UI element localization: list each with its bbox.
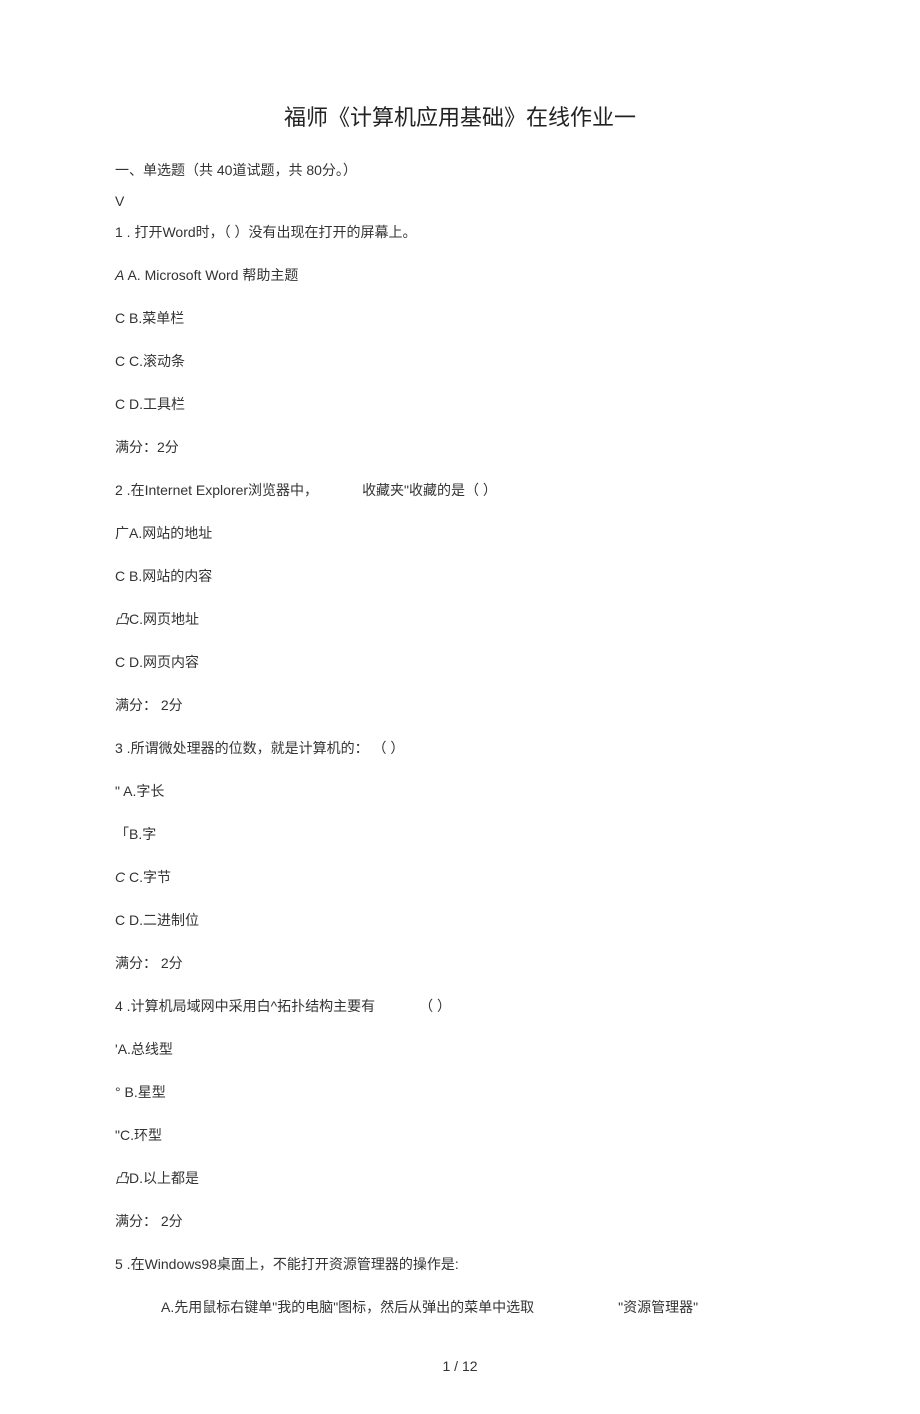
q4-b-text: B.星型 xyxy=(125,1084,166,1100)
q1-d-text: D.工具栏 xyxy=(129,396,185,412)
q2-score: 满分： 2分 xyxy=(115,695,805,716)
q1-c-prefix: C xyxy=(115,353,125,369)
q4-option-c: "C.环型 xyxy=(115,1125,805,1146)
q2-a-prefix: 广 xyxy=(115,525,129,541)
page-number: 1 / 12 xyxy=(115,1358,805,1374)
q2-b-text: B.网站的内容 xyxy=(129,568,212,584)
q1-c-text: C.滚动条 xyxy=(129,353,185,369)
q5-option-a: A.先用鼠标右键单"我的电脑"图标，然后从弹出的菜单中选取 "资源管理器" xyxy=(115,1297,805,1318)
q1-b-prefix: C xyxy=(115,310,125,326)
q4-option-a: 'A.总线型 xyxy=(115,1039,805,1060)
q3-stem: 3 .所谓微处理器的位数，就是计算机的： （ ） xyxy=(115,738,805,759)
q3-c-prefix: C xyxy=(115,869,125,885)
q5-a-text-a: A.先用鼠标右键单"我的电脑"图标，然后从弹出的菜单中选取 xyxy=(161,1299,534,1315)
q1-stem: 1 . 打开Word时，（ ）没有出现在打开的屏幕上。 xyxy=(115,222,805,243)
q2-stem-b: 收藏夹"收藏的是（ ） xyxy=(362,482,497,498)
q4-stem-b: （ ） xyxy=(419,998,451,1014)
q1-option-b: C B.菜单栏 xyxy=(115,308,805,329)
q3-a-prefix: " xyxy=(115,783,120,799)
q4-a-text: A.总线型 xyxy=(118,1041,173,1057)
q3-d-text: D.二进制位 xyxy=(129,912,199,928)
q2-option-b: C B.网站的内容 xyxy=(115,566,805,587)
q1-d-prefix: C xyxy=(115,396,125,412)
q1-a-prefix: A xyxy=(115,267,124,283)
q4-c-text: C.环型 xyxy=(120,1127,162,1143)
q2-option-d: C D.网页内容 xyxy=(115,652,805,673)
q4-b-prefix: ° xyxy=(115,1084,121,1100)
q4-stem-a: 4 .计算机局域网中采用白^拓扑结构主要有 xyxy=(115,998,375,1014)
q2-option-c: 凸C.网页地址 xyxy=(115,609,805,630)
q2-b-prefix: C xyxy=(115,568,125,584)
q2-d-prefix: C xyxy=(115,654,125,670)
q1-score: 满分：2分 xyxy=(115,437,805,458)
q3-score: 满分： 2分 xyxy=(115,953,805,974)
q3-c-text: C.字节 xyxy=(129,869,171,885)
q1-option-a: A A. Microsoft Word 帮助主题 xyxy=(115,265,805,286)
q1-b-text: B.菜单栏 xyxy=(129,310,184,326)
section-header: 一、单选题（共 40道试题，共 80分。） xyxy=(115,160,805,181)
q3-b-text: B.字 xyxy=(129,826,156,842)
q4-d-text: D.以上都是 xyxy=(129,1170,199,1186)
q2-c-prefix: 凸 xyxy=(115,611,129,627)
v-marker: V xyxy=(115,191,805,212)
q4-option-b: ° B.星型 xyxy=(115,1082,805,1103)
q5-stem: 5 .在Windows98桌面上，不能打开资源管理器的操作是: xyxy=(115,1254,805,1275)
q2-stem-a: 2 .在Internet Explorer浏览器中， xyxy=(115,482,318,498)
q1-a-text: A. Microsoft Word 帮助主题 xyxy=(127,267,298,283)
q3-a-text: A.字长 xyxy=(123,783,164,799)
q1-option-c: C C.滚动条 xyxy=(115,351,805,372)
q3-option-a: " A.字长 xyxy=(115,781,805,802)
q3-option-d: C D.二进制位 xyxy=(115,910,805,931)
q4-option-d: 凸D.以上都是 xyxy=(115,1168,805,1189)
q3-option-b: 「B.字 xyxy=(115,824,805,845)
q2-d-text: D.网页内容 xyxy=(129,654,199,670)
q5-a-text-b: "资源管理器" xyxy=(618,1299,698,1315)
q2-option-a: 广A.网站的地址 xyxy=(115,523,805,544)
q3-b-prefix: 「 xyxy=(115,826,129,842)
q2-c-text: C.网页地址 xyxy=(129,611,199,627)
q3-d-prefix: C xyxy=(115,912,125,928)
q3-option-c: C C.字节 xyxy=(115,867,805,888)
q1-option-d: C D.工具栏 xyxy=(115,394,805,415)
q2-stem: 2 .在Internet Explorer浏览器中， 收藏夹"收藏的是（ ） xyxy=(115,480,805,501)
q4-stem: 4 .计算机局域网中采用白^拓扑结构主要有 （ ） xyxy=(115,996,805,1017)
q4-score: 满分： 2分 xyxy=(115,1211,805,1232)
q4-d-prefix: 凸 xyxy=(115,1170,129,1186)
q2-a-text: A.网站的地址 xyxy=(129,525,212,541)
doc-title: 福师《计算机应用基础》在线作业一 xyxy=(115,100,805,132)
